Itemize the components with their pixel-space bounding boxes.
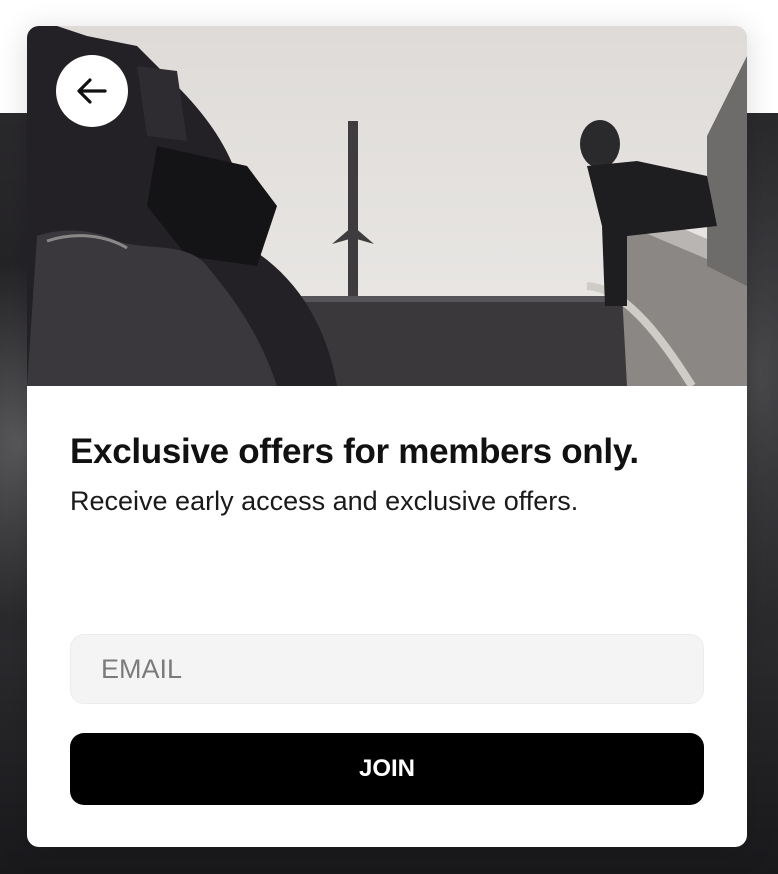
- back-button[interactable]: [56, 55, 128, 127]
- modal-subtitle: Receive early access and exclusive offer…: [70, 486, 579, 516]
- signup-modal: Exclusive offers for members only. Recei…: [27, 26, 747, 847]
- email-input[interactable]: [70, 634, 704, 704]
- arrow-left-icon: [77, 78, 107, 104]
- hero-image: [27, 26, 747, 386]
- modal-content: Exclusive offers for members only. Recei…: [70, 386, 704, 517]
- modal-title: Exclusive offers for members only.: [70, 432, 639, 471]
- join-button[interactable]: JOIN: [70, 733, 704, 805]
